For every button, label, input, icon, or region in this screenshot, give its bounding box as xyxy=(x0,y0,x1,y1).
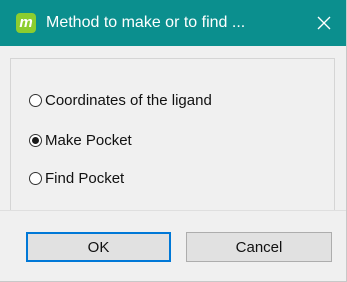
close-icon xyxy=(317,16,331,30)
radio-label-find-pocket: Find Pocket xyxy=(45,169,125,187)
dialog-content: Coordinates of the ligand Make Pocket Fi… xyxy=(0,46,346,212)
app-icon: m xyxy=(16,13,36,33)
radio-option-find-pocket[interactable]: Find Pocket xyxy=(29,168,124,188)
radio-button-find-pocket[interactable] xyxy=(29,171,42,185)
dialog-window: m Method to make or to find ... Coordina… xyxy=(0,0,347,282)
window-title: Method to make or to find ... xyxy=(46,14,246,31)
ok-button[interactable]: OK xyxy=(26,232,171,262)
radio-label-coordinates: Coordinates of the ligand xyxy=(45,91,212,109)
cancel-button[interactable]: Cancel xyxy=(186,232,332,262)
radio-button-coordinates[interactable] xyxy=(29,93,42,107)
app-icon-letter: m xyxy=(19,14,33,31)
button-bar: OK Cancel xyxy=(0,211,346,281)
title-bar[interactable]: m Method to make or to find ... xyxy=(0,0,346,46)
radio-option-coordinates[interactable]: Coordinates of the ligand xyxy=(29,90,212,110)
radio-option-make-pocket[interactable]: Make Pocket xyxy=(29,130,132,150)
close-button[interactable] xyxy=(302,0,346,46)
radio-label-make-pocket: Make Pocket xyxy=(45,131,132,149)
radio-button-make-pocket[interactable] xyxy=(29,133,42,147)
